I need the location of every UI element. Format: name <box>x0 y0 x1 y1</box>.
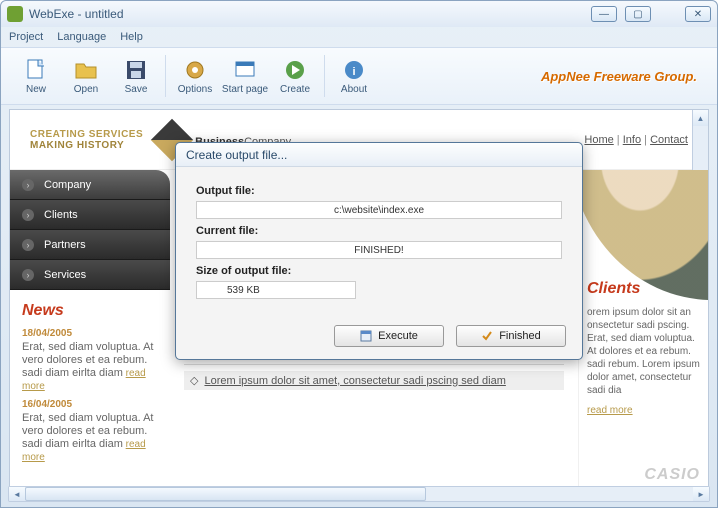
minimize-button[interactable]: — <box>591 6 617 22</box>
menu-help[interactable]: Help <box>120 31 143 43</box>
save-icon <box>124 58 148 82</box>
brand-logo: AppNee Freeware Group. <box>541 69 697 84</box>
toolbar: New Open Save Options Start page Create … <box>1 47 717 105</box>
news-section: News 18/04/2005 Erat, sed diam voluptua.… <box>10 290 170 464</box>
current-file-value: FINISHED! <box>196 241 562 259</box>
news-date: 16/04/2005 <box>22 399 160 410</box>
new-icon <box>24 58 48 82</box>
chevron-right-icon: › <box>22 209 34 221</box>
about-icon: i <box>342 58 366 82</box>
window-title: WebExe - untitled <box>29 7 124 21</box>
close-button[interactable]: ✕ <box>685 6 711 22</box>
toolbar-divider <box>165 55 166 97</box>
scroll-left-button[interactable]: ◄ <box>9 487 25 501</box>
nav-services[interactable]: ›Services <box>10 260 170 290</box>
news-heading: News <box>22 302 160 320</box>
nav-company[interactable]: ›Company <box>10 170 170 200</box>
right-column: Clients orem ipsum dolor sit an onsectet… <box>578 170 708 488</box>
scroll-thumb[interactable] <box>25 487 426 501</box>
tagline: CREATING SERVICES MAKING HISTORY <box>30 129 143 151</box>
output-file-value: c:\website\index.exe <box>196 201 562 219</box>
clients-text: orem ipsum dolor sit an onsectetur sadi … <box>587 306 700 397</box>
menu-language[interactable]: Language <box>57 31 106 43</box>
link-info[interactable]: Info <box>623 134 641 146</box>
dialog-title: Create output file... <box>176 143 582 167</box>
create-button[interactable]: Create <box>270 51 320 101</box>
news-date: 18/04/2005 <box>22 328 160 339</box>
size-label: Size of output file: <box>196 265 562 277</box>
execute-button[interactable]: Execute <box>334 325 444 347</box>
quick-link-item[interactable]: ◇Lorem ipsum dolor sit amet, consectetur… <box>184 371 564 390</box>
start-page-button[interactable]: Start page <box>220 51 270 101</box>
create-output-dialog: Create output file... Output file: c:\we… <box>175 142 583 360</box>
dialog-body: Output file: c:\website\index.exe Curren… <box>176 167 582 317</box>
link-contact[interactable]: Contact <box>650 134 688 146</box>
open-button[interactable]: Open <box>61 51 111 101</box>
about-button[interactable]: i About <box>329 51 379 101</box>
current-file-label: Current file: <box>196 225 562 237</box>
start-page-icon <box>233 58 257 82</box>
news-lead: Erat, sed diam voluptua. At vero dolores… <box>22 412 160 464</box>
scroll-up-button[interactable]: ▲ <box>693 110 708 126</box>
read-more-link[interactable]: read more <box>587 405 633 416</box>
check-icon <box>481 330 493 342</box>
header-links: Home | Info | Contact <box>584 134 688 146</box>
maximize-button[interactable]: ▢ <box>625 6 651 22</box>
options-button[interactable]: Options <box>170 51 220 101</box>
execute-icon <box>360 330 372 342</box>
size-value: 539 KB <box>196 281 356 299</box>
chevron-right-icon: › <box>22 239 34 251</box>
horizontal-scrollbar[interactable]: ◄ ► <box>8 486 710 502</box>
create-icon <box>283 58 307 82</box>
new-button[interactable]: New <box>11 51 61 101</box>
output-file-label: Output file: <box>196 185 562 197</box>
svg-text:i: i <box>352 66 355 78</box>
options-icon <box>183 58 207 82</box>
window-controls: — ▢ ✕ <box>591 6 711 22</box>
casio-logo: CASIO <box>644 466 700 484</box>
diamond-icon: ◇ <box>190 374 198 387</box>
menu-project[interactable]: Project <box>9 31 43 43</box>
nav-partners[interactable]: ›Partners <box>10 230 170 260</box>
open-icon <box>74 58 98 82</box>
titlebar: WebExe - untitled — ▢ ✕ <box>1 1 717 27</box>
side-nav: ›Company ›Clients ›Partners ›Services Ne… <box>10 170 170 488</box>
toolbar-divider <box>324 55 325 97</box>
finished-button[interactable]: Finished <box>456 325 566 347</box>
scroll-track[interactable] <box>25 487 693 501</box>
nav-clients[interactable]: ›Clients <box>10 200 170 230</box>
app-icon <box>7 6 23 22</box>
link-home[interactable]: Home <box>584 134 613 146</box>
menu-bar: Project Language Help <box>1 27 717 47</box>
dialog-buttons: Execute Finished <box>334 325 566 347</box>
news-lead: Erat, sed diam voluptua. At vero dolores… <box>22 341 160 393</box>
scroll-right-button[interactable]: ► <box>693 487 709 501</box>
chevron-right-icon: › <box>22 269 34 281</box>
main-window: WebExe - untitled — ▢ ✕ Project Language… <box>0 0 718 508</box>
save-button[interactable]: Save <box>111 51 161 101</box>
chevron-right-icon: › <box>22 179 34 191</box>
